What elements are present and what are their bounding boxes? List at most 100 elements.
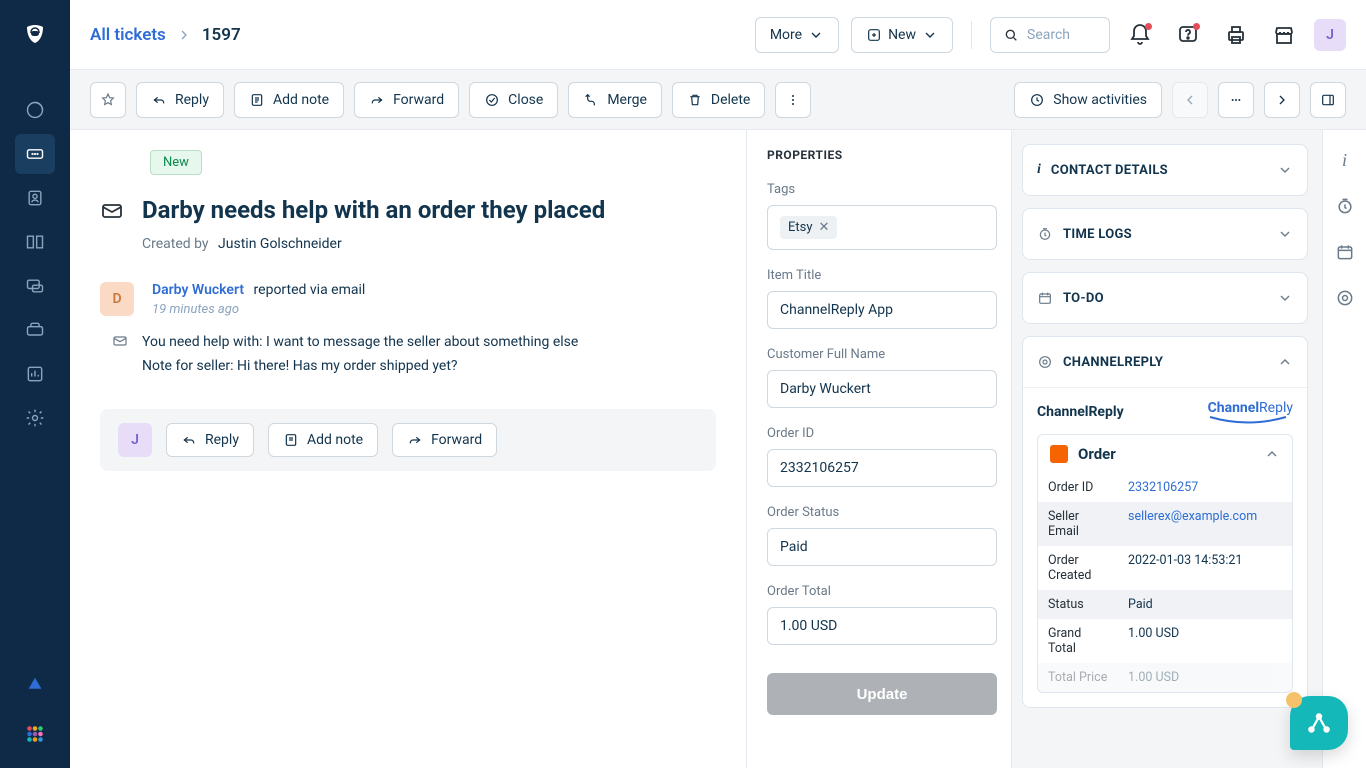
show-activities-button[interactable]: Show activities [1014,82,1162,118]
contact-details-header[interactable]: i CONTACT DETAILS [1023,145,1307,195]
channelreply-icon [1037,354,1053,370]
nav-contacts-icon[interactable] [15,178,55,218]
ticket-body: New Darby needs help with an order they … [70,130,747,768]
reply-button[interactable]: Reply [136,82,224,118]
chevron-down-icon [1277,226,1293,242]
right-panels: i CONTACT DETAILS TIME LOGS TO-D [1012,130,1322,768]
channelreply-accordion: CHANNELREPLY ChannelReply ChannelReply [1022,336,1308,708]
cr-total-price-val: 1.00 USD [1118,663,1292,692]
item-title-input[interactable]: ChannelReply App [767,291,997,329]
nav-dashboard-icon[interactable] [15,90,55,130]
reply-box-add-note-button[interactable]: Add note [268,423,378,457]
notification-dot [1286,692,1302,708]
expand-panel-button[interactable] [1310,82,1346,118]
customer-name-input[interactable]: Darby Wuckert [767,370,997,408]
freshworks-icon[interactable] [15,666,55,706]
forward-button[interactable]: Forward [354,82,459,118]
close-button[interactable]: Close [469,82,558,118]
todo-accordion: TO-DO [1022,272,1308,324]
prev-ticket-button[interactable] [1172,82,1208,118]
mail-icon [100,199,124,223]
ticket-title: Darby needs help with an order they plac… [142,195,605,226]
nav-analytics-icon[interactable] [15,354,55,394]
marketplace-icon[interactable] [1266,17,1302,53]
order-card-header[interactable]: Order [1038,435,1292,473]
cr-order-id-link[interactable]: 2332106257 [1128,480,1198,495]
cr-total-price-key: Total Price [1038,663,1118,692]
message-line-2: Note for seller: Hi there! Has my order … [142,355,716,379]
app-launcher-icon[interactable] [15,714,55,754]
reply-box-reply-button[interactable]: Reply [166,423,254,457]
chevron-right-icon [176,27,192,43]
new-button[interactable]: New [851,17,953,53]
nav-solutions-icon[interactable] [15,222,55,262]
reporter-via: reported via email [254,282,366,298]
breadcrumb-current: 1597 [202,25,241,45]
time-logs-header[interactable]: TIME LOGS [1023,209,1307,259]
more-actions-button[interactable] [775,82,811,118]
message-line-1: You need help with: I want to message th… [142,331,716,355]
info-icon: i [1037,162,1041,178]
channelreply-header[interactable]: CHANNELREPLY [1023,337,1307,387]
search-placeholder: Search [1027,27,1070,43]
status-badge: New [150,150,202,175]
next-ticket-button[interactable] [1264,82,1300,118]
time-logs-accordion: TIME LOGS [1022,208,1308,260]
update-button[interactable]: Update [767,673,997,715]
remove-tag-icon[interactable]: ✕ [819,220,830,235]
cr-seller-email-key: Seller Email [1038,502,1118,546]
breadcrumb-link[interactable]: All tickets [90,25,166,45]
mini-calendar-icon[interactable] [1333,240,1357,264]
more-button[interactable]: More [755,17,839,53]
order-id-input[interactable]: 2332106257 [767,449,997,487]
search-input[interactable]: Search [990,17,1110,53]
cr-status-val: Paid [1118,590,1292,619]
created-by-name: Justin Golschneider [218,236,342,252]
chevron-down-icon [1277,162,1293,178]
order-id-label: Order ID [767,426,997,441]
todo-header[interactable]: TO-DO [1023,273,1307,323]
cr-grand-total-val: 1.00 USD [1118,619,1292,663]
created-by-label: Created by [142,236,209,252]
chevron-up-icon [1277,354,1293,370]
mini-clock-icon[interactable] [1333,194,1357,218]
etsy-icon [1050,445,1068,463]
nav-social-icon[interactable] [15,310,55,350]
breadcrumb: All tickets 1597 [90,25,241,45]
mini-channelreply-icon[interactable] [1333,286,1357,310]
item-title-label: Item Title [767,268,997,283]
printer-icon[interactable] [1218,17,1254,53]
order-status-label: Order Status [767,505,997,520]
cr-order-created-val: 2022-01-03 14:53:21 [1118,546,1292,590]
clock-icon [1037,226,1053,242]
tags-input[interactable]: Etsy✕ [767,205,997,250]
left-sidebar [0,0,70,768]
cr-seller-email-link[interactable]: sellerex@example.com [1128,509,1257,524]
delete-button[interactable]: Delete [672,82,765,118]
floating-support-button[interactable] [1290,696,1348,750]
actionbar: Reply Add note Forward Close Merge Delet… [70,70,1366,130]
tag-chip: Etsy✕ [780,216,837,239]
app-logo[interactable] [0,0,70,70]
star-button[interactable] [90,82,126,118]
reply-box-forward-button[interactable]: Forward [392,423,497,457]
add-note-button[interactable]: Add note [234,82,344,118]
mini-info-icon[interactable]: i [1333,148,1357,172]
nav-settings-icon[interactable] [15,398,55,438]
customer-name-label: Customer Full Name [767,347,997,362]
reporter-avatar: D [100,282,134,316]
order-status-input[interactable]: Paid [767,528,997,566]
notifications-icon[interactable] [1122,17,1158,53]
help-icon[interactable] [1170,17,1206,53]
user-avatar[interactable]: J [1314,19,1346,51]
cr-grand-total-key: Grand Total [1038,619,1118,663]
chevron-down-icon [1277,290,1293,306]
nav-tickets-icon[interactable] [15,134,55,174]
reporter-name-link[interactable]: Darby Wuckert [152,282,244,298]
ticket-options-button[interactable] [1218,82,1254,118]
merge-button[interactable]: Merge [568,82,662,118]
nav-chat-icon[interactable] [15,266,55,306]
order-total-input[interactable]: 1.00 USD [767,607,997,645]
calendar-icon [1037,290,1053,306]
cr-order-id-key: Order ID [1038,473,1118,502]
